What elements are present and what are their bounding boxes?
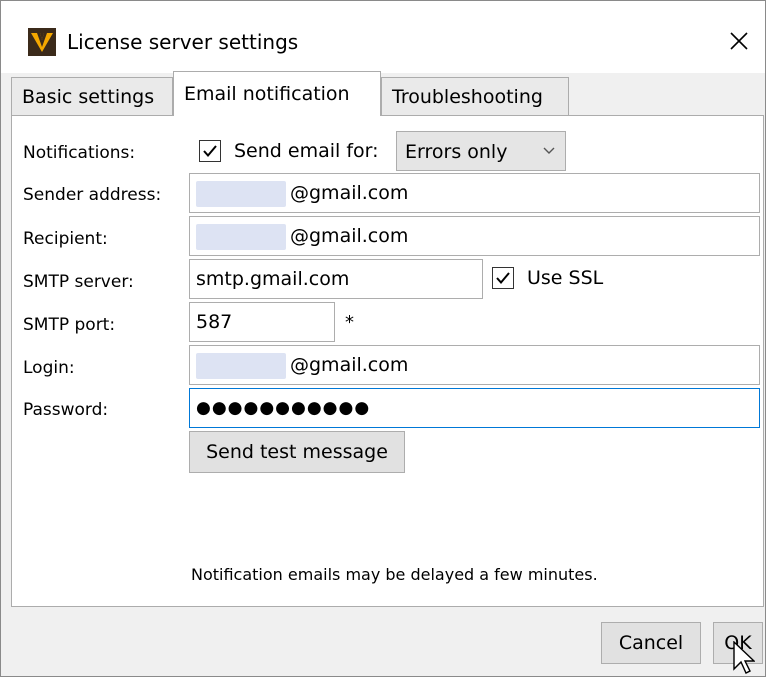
sender-address-value: @gmail.com: [290, 182, 409, 204]
send-email-for-select[interactable]: Errors only: [396, 131, 566, 171]
checkmark-icon: [496, 272, 510, 285]
required-marker: *: [345, 312, 354, 333]
redacted-text: [196, 180, 286, 207]
notifications-label: Notifications:: [23, 143, 136, 163]
login-value: @gmail.com: [290, 354, 409, 376]
chevron-down-icon: [543, 147, 555, 154]
cancel-button[interactable]: Cancel: [601, 622, 701, 664]
send-email-for-value: Errors only: [405, 141, 508, 163]
mouse-cursor-icon: [733, 641, 755, 674]
use-ssl-checkbox[interactable]: [492, 267, 514, 289]
delay-note: Notification emails may be delayed a few…: [191, 565, 598, 584]
smtp-server-label: SMTP server:: [23, 272, 134, 292]
recipient-label: Recipient:: [23, 229, 108, 249]
redacted-text: [196, 352, 286, 379]
password-value: ●●●●●●●●●●●: [196, 398, 371, 418]
login-label: Login:: [23, 358, 75, 378]
send-email-checkbox[interactable]: [199, 140, 221, 162]
license-server-settings-dialog: License server settings Basic settings E…: [0, 0, 766, 677]
recipient-value: @gmail.com: [290, 225, 409, 247]
checkmark-icon: [203, 145, 217, 158]
smtp-server-value: smtp.gmail.com: [196, 268, 350, 290]
smtp-port-value: 587: [196, 311, 233, 333]
form-layer: Notifications: Send email for: Errors on…: [1, 1, 765, 607]
dialog-footer: Cancel OK: [1, 607, 765, 676]
smtp-port-input[interactable]: 587: [189, 302, 335, 342]
sender-address-input[interactable]: @gmail.com: [189, 173, 760, 213]
smtp-server-input[interactable]: smtp.gmail.com: [189, 259, 483, 299]
use-ssl-label: Use SSL: [527, 267, 604, 289]
recipient-input[interactable]: @gmail.com: [189, 216, 760, 256]
send-test-message-button[interactable]: Send test message: [189, 431, 405, 473]
password-input[interactable]: ●●●●●●●●●●●: [189, 388, 760, 428]
smtp-port-label: SMTP port:: [23, 315, 116, 335]
redacted-text: [196, 223, 286, 250]
password-label: Password:: [23, 400, 109, 420]
sender-address-label: Sender address:: [23, 185, 162, 205]
send-email-label: Send email for:: [234, 140, 379, 162]
login-input[interactable]: @gmail.com: [189, 345, 760, 385]
